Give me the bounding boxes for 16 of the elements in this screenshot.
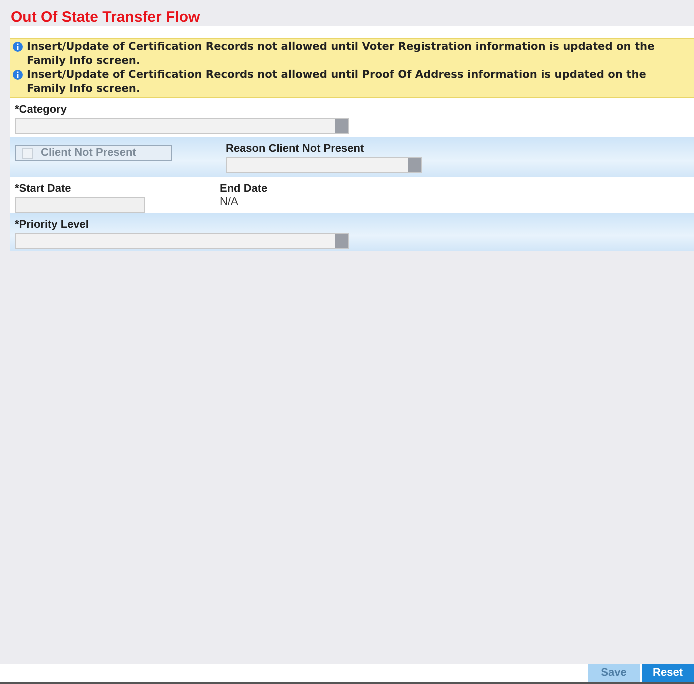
field-label: *Start Date: [15, 183, 72, 196]
start-date-field[interactable]: [15, 197, 145, 213]
end-date-value: N/A: [220, 196, 238, 208]
message-text: Insert/Update of Certification Records not allowed until Proof Of Address information is updated on the Family Info screen.: [27, 68, 648, 96]
field-label: *Priority Level: [15, 219, 89, 232]
field-label: Reason Client Not Present: [226, 143, 364, 156]
reset-button[interactable]: Reset: [642, 664, 694, 682]
field-label: *Category: [15, 104, 67, 117]
priority-level-dropdown[interactable]: [15, 233, 349, 249]
message-text: Insert/Update of Certification Records not allowed until Voter Registration information is updated on the Family Info screen.: [27, 40, 656, 68]
field-label: End Date: [220, 183, 268, 196]
info-icon: [13, 70, 23, 80]
info-icon: [13, 42, 23, 52]
reason-dropdown[interactable]: [226, 157, 422, 173]
page-title: Out Of State Transfer Flow: [10, 8, 202, 26]
category-dropdown[interactable]: [15, 118, 349, 134]
